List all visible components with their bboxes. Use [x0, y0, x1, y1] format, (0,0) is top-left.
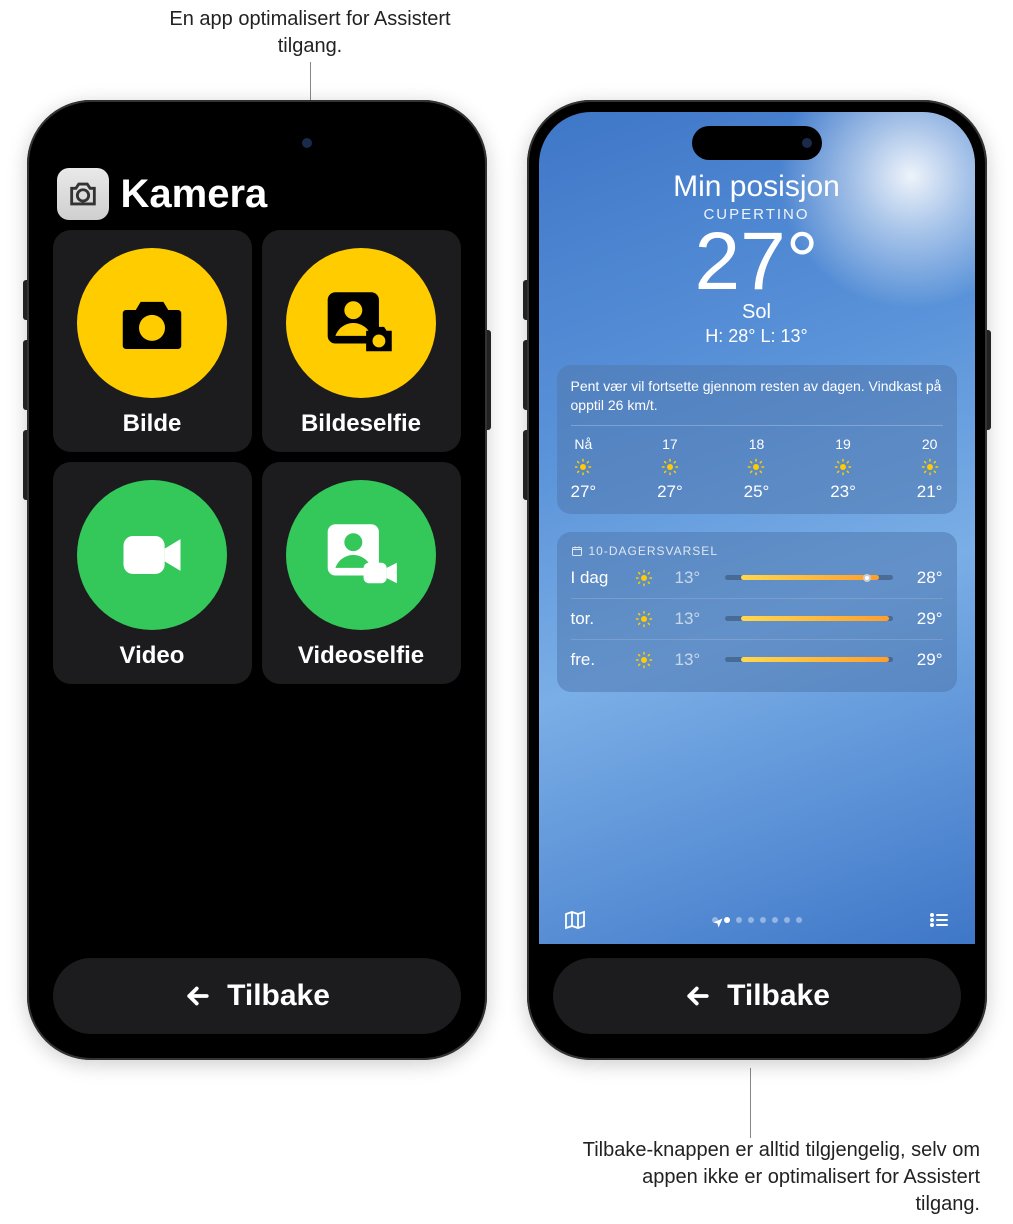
sun-icon: [834, 458, 852, 476]
forecast-day: fre.: [571, 650, 625, 670]
ten-day-forecast-card[interactable]: 10-DAGERSVARSEL I dag13°28°tor.13°29°fre…: [557, 532, 957, 692]
person-video-icon: [286, 480, 436, 630]
back-label: Tilbake: [227, 979, 330, 1013]
hour-label: 20: [922, 436, 938, 452]
calendar-icon: [571, 545, 583, 557]
hour-temp: 27°: [657, 482, 683, 502]
hourly-item: 17 27°: [657, 436, 683, 502]
sun-icon: [921, 458, 939, 476]
sun-icon: [574, 458, 592, 476]
hour-label: 19: [835, 436, 851, 452]
callout-top: En app optimalisert for Assistert tilgan…: [140, 6, 480, 60]
hourly-item: 18 25°: [744, 436, 770, 502]
forecast-day: tor.: [571, 609, 625, 629]
weather-app[interactable]: Min posisjon CUPERTINO 27° Sol H: 28° L:…: [539, 112, 975, 944]
sun-icon: [661, 458, 679, 476]
temp-range-bar: [725, 575, 893, 580]
phone-camera: Kamera Bilde: [27, 100, 487, 1060]
back-label: Tilbake: [727, 979, 830, 1013]
high-low: H: 28° L: 13°: [557, 326, 957, 347]
hourly-item: 19 23°: [830, 436, 856, 502]
person-camera-icon: [286, 248, 436, 398]
back-button[interactable]: Tilbake: [53, 958, 461, 1034]
dynamic-island: [692, 126, 822, 160]
callout-line: [750, 1068, 751, 1138]
camera-mode-photo[interactable]: Bilde: [53, 230, 252, 452]
temp-range-bar: [725, 616, 893, 621]
map-icon[interactable]: [563, 908, 587, 932]
tile-label: Bildeselfie: [301, 410, 421, 438]
camera-icon: [77, 248, 227, 398]
camera-mode-video[interactable]: Video: [53, 462, 252, 684]
temp-range-bar: [725, 657, 893, 662]
hour-temp: 21°: [917, 482, 943, 502]
ten-day-title: 10-DAGERSVARSEL: [589, 544, 719, 558]
back-button[interactable]: Tilbake: [553, 958, 961, 1034]
sun-icon: [635, 610, 665, 628]
forecast-row: tor. 13° 29°: [571, 598, 943, 639]
phone-weather: Min posisjon CUPERTINO 27° Sol H: 28° L:…: [527, 100, 987, 1060]
forecast-high: 28°: [903, 568, 943, 588]
hour-label: 18: [749, 436, 765, 452]
sun-icon: [747, 458, 765, 476]
forecast-day: I dag: [571, 568, 625, 588]
forecast-high: 29°: [903, 609, 943, 629]
forecast-row: I dag 13° 28°: [571, 566, 943, 598]
hourly-forecast-card[interactable]: Pent vær vil fortsette gjennom resten av…: [557, 365, 957, 514]
hour-label: Nå: [574, 436, 592, 452]
hourly-item: Nå 27°: [571, 436, 597, 502]
location-arrow-icon: [712, 917, 718, 923]
hourly-item: 20 21°: [917, 436, 943, 502]
hour-label: 17: [662, 436, 678, 452]
location-city: CUPERTINO: [557, 206, 957, 223]
camera-app-icon: [57, 168, 109, 220]
current-temperature: 27°: [557, 221, 957, 303]
forecast-low: 13°: [675, 609, 715, 629]
tile-label: Bilde: [123, 410, 182, 438]
page-title: Kamera: [121, 172, 268, 217]
forecast-high: 29°: [903, 650, 943, 670]
weather-summary: Pent vær vil fortsette gjennom resten av…: [571, 377, 943, 426]
hour-temp: 23°: [830, 482, 856, 502]
hour-temp: 25°: [744, 482, 770, 502]
dynamic-island: [192, 126, 322, 160]
forecast-low: 13°: [675, 650, 715, 670]
arrow-left-icon: [183, 981, 213, 1011]
sun-icon: [635, 569, 665, 587]
hour-temp: 27°: [571, 482, 597, 502]
video-icon: [77, 480, 227, 630]
page-dots[interactable]: [712, 917, 802, 923]
sun-icon: [635, 651, 665, 669]
forecast-row: fre. 13° 29°: [571, 639, 943, 680]
current-condition: Sol: [557, 301, 957, 324]
camera-mode-video-selfie[interactable]: Videoselfie: [262, 462, 461, 684]
location-title: Min posisjon: [557, 170, 957, 204]
list-icon[interactable]: [927, 908, 951, 932]
camera-mode-photo-selfie[interactable]: Bildeselfie: [262, 230, 461, 452]
callout-bottom: Tilbake-knappen er alltid tilgjengelig, …: [580, 1137, 980, 1218]
tile-label: Video: [120, 642, 185, 670]
tile-label: Videoselfie: [298, 642, 424, 670]
forecast-low: 13°: [675, 568, 715, 588]
arrow-left-icon: [683, 981, 713, 1011]
